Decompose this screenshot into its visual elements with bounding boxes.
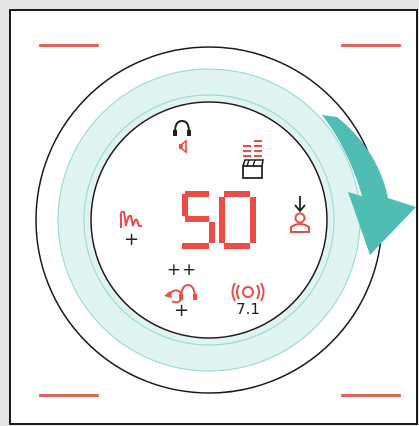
volume-dial[interactable] xyxy=(0,0,419,426)
device-frame: + ++ + 7.1 xyxy=(0,0,419,426)
plus-plus-label: ++ xyxy=(166,260,198,280)
sync-plus-label: + xyxy=(174,300,190,321)
surround-channels-label: 7.1 xyxy=(236,300,260,318)
wave-plus-label: + xyxy=(124,229,140,250)
